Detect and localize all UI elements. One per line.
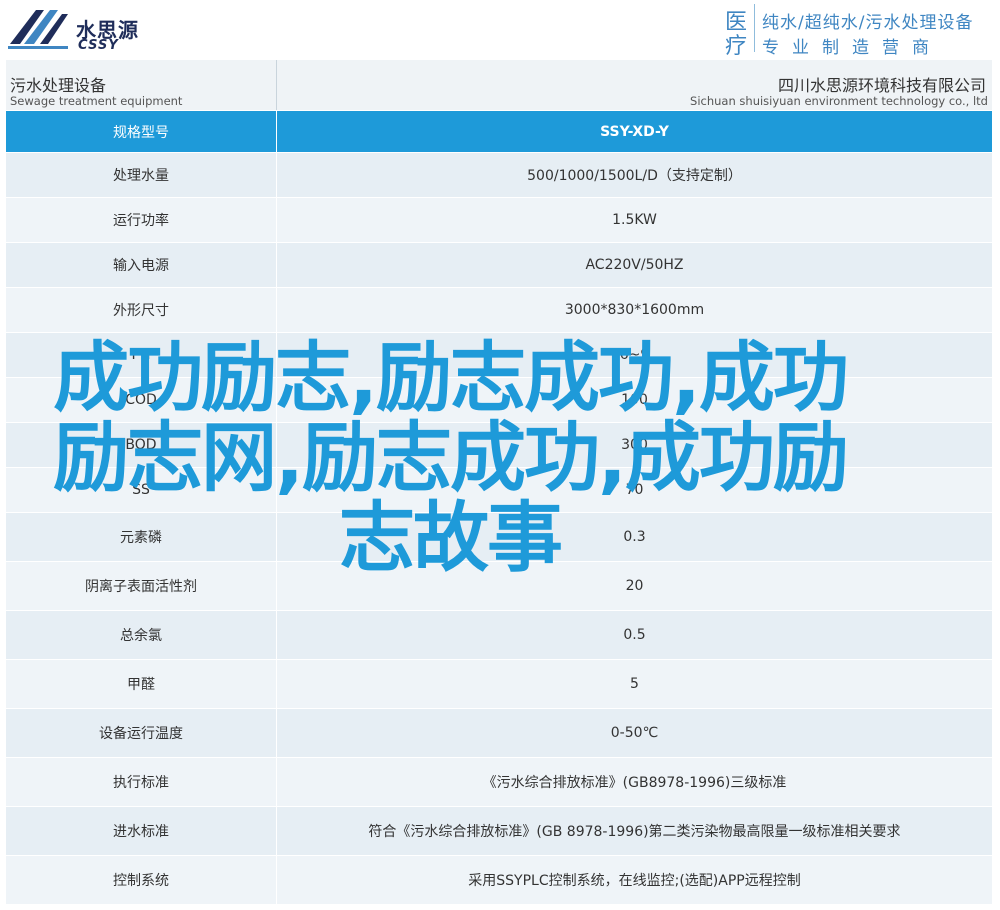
logo-english-name: CSSY	[78, 38, 119, 53]
spec-value: 5	[630, 676, 639, 692]
header-slogan: 医 疗 纯水/超纯水/污水处理设备 专业制造营商	[722, 4, 1000, 59]
overlay-line-1: 成功励志,励志成功,成功	[53, 333, 849, 422]
spec-value: 1.5KW	[612, 212, 657, 228]
spec-header-value: SSY-XD-Y	[600, 123, 669, 140]
spec-label: 甲醛	[127, 677, 155, 693]
company-name-cn: 四川水思源环境科技有限公司	[777, 76, 986, 95]
spec-value: 符合《污水综合排放标准》(GB 8978-1996)第二类污染物最高限量一级标准…	[368, 824, 901, 840]
table-row: 甲醛 5	[6, 660, 992, 709]
spec-value: 0.5	[623, 627, 646, 643]
band-divider	[276, 60, 277, 110]
product-category-en: Sewage treatment equipment	[10, 94, 183, 108]
spec-label: 控制系统	[113, 873, 169, 889]
spec-label: 总余氯	[120, 628, 162, 644]
spec-value: 采用SSYPLC控制系统，在线监控;(选配)APP远程控制	[468, 873, 801, 889]
table-row: 设备运行温度 0-50℃	[6, 709, 992, 758]
spec-label: 设备运行温度	[99, 726, 183, 742]
title-band: 污水处理设备 Sewage treatment equipment 四川水思源环…	[6, 60, 992, 110]
spec-label: 处理水量	[113, 168, 169, 184]
overlay-line-2: 励志网,励志成功,成功励	[53, 413, 849, 502]
spec-value: AC220V/50HZ	[585, 257, 684, 273]
spec-header-label: 规格型号	[113, 124, 169, 141]
company-logo[interactable]: 水思源 CSSY	[6, 4, 156, 53]
overlay-line-3: 志故事	[339, 493, 563, 582]
spec-label: 运行功率	[113, 213, 169, 229]
spec-value: 3000*830*1600mm	[564, 302, 705, 318]
product-category-cn: 污水处理设备	[10, 76, 107, 95]
table-row: 执行标准 《污水综合排放标准》(GB8978-1996)三级标准	[6, 758, 992, 807]
table-row: 输入电源 AC220V/50HZ	[6, 243, 992, 288]
logo-mark-icon	[8, 10, 68, 49]
table-row: 运行功率 1.5KW	[6, 198, 992, 243]
company-name-en: Sichuan shuisiyuan environment technolog…	[690, 94, 988, 108]
medical-char-2: 疗	[725, 34, 748, 59]
spec-value: 《污水综合排放标准》(GB8978-1996)三级标准	[482, 775, 787, 791]
spec-label: 进水标准	[113, 824, 169, 840]
table-row: 控制系统 采用SSYPLC控制系统，在线监控;(选配)APP远程控制	[6, 856, 992, 905]
spec-label: 执行标准	[113, 775, 169, 791]
slogan-line-1: 纯水/超纯水/污水处理设备	[762, 13, 974, 33]
slogan-line-2: 专业制造营商	[762, 38, 942, 58]
spec-label: 输入电源	[113, 258, 169, 274]
table-row: 总余氯 0.5	[6, 611, 992, 660]
spec-label: 外形尺寸	[113, 303, 169, 319]
spec-value: 0-50℃	[610, 725, 659, 741]
spec-table-header: 规格型号 SSY-XD-Y	[6, 111, 992, 153]
table-row: 外形尺寸 3000*830*1600mm	[6, 288, 992, 333]
overlay-heading: 成功励志,励志成功,成功 励志网,励志成功,成功励 志故事	[10, 338, 890, 578]
medical-badge: 医 疗	[722, 4, 755, 59]
page-header: 水思源 CSSY 医 疗 纯水/超纯水/污水处理设备 专业制造营商	[0, 0, 1000, 59]
spec-value: 500/1000/1500L/D（支持定制）	[527, 168, 742, 184]
table-row: 处理水量 500/1000/1500L/D（支持定制）	[6, 153, 992, 198]
table-row: 进水标准 符合《污水综合排放标准》(GB 8978-1996)第二类污染物最高限量…	[6, 807, 992, 856]
